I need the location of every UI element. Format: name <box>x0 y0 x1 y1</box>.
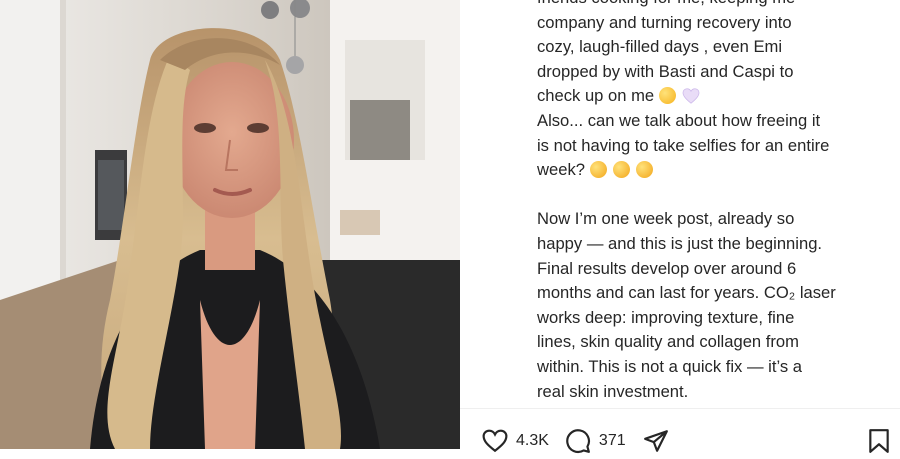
comment-bubble-icon <box>566 429 590 454</box>
save-button[interactable] <box>867 428 891 459</box>
caption-text: check up on me <box>537 86 655 106</box>
caption-text: week? <box>537 160 585 180</box>
bookmark-icon <box>869 429 889 453</box>
share-button[interactable] <box>642 428 678 454</box>
caption-line: check up on me <box>537 84 887 109</box>
caption-line: company and turning recovery into <box>537 12 792 32</box>
comment-button[interactable]: 371 <box>565 428 626 454</box>
laughing-face-emoji-icon <box>635 161 653 179</box>
caption-line: cozy, laugh-filled days , even Emi <box>537 37 783 57</box>
caption-line: week? <box>537 158 887 183</box>
caption-line: Final results develop over around 6 <box>537 258 797 278</box>
post-media-video[interactable] <box>0 0 460 449</box>
caption-line: months and can last for years. CO₂ laser <box>537 283 836 303</box>
post-side-panel: friends cooking for me, keeping me compa… <box>460 0 900 454</box>
caption-line: is not having to take selfies for an ent… <box>537 135 830 155</box>
portrait-photo <box>0 0 460 449</box>
like-count: 4.3K <box>516 432 549 449</box>
caption-line: within. This is not a quick fix — it’s a <box>537 356 802 376</box>
caption-line: works deep: improving texture, fine <box>537 307 795 327</box>
paper-plane-icon <box>643 430 668 452</box>
like-button[interactable]: 4.3K <box>482 429 549 453</box>
caption-line: real skin investment. <box>537 381 689 401</box>
heart-icon <box>482 429 508 453</box>
comment-count: 371 <box>598 432 626 449</box>
caption-line: Now I’m one week post, already so <box>537 209 795 229</box>
caption-line: lines, skin quality and collagen from <box>537 332 799 352</box>
caption-line: dropped by with Basti and Caspi to <box>537 61 794 81</box>
post-caption: friends cooking for me, keeping me compa… <box>537 0 887 404</box>
purple-heart-emoji-icon <box>682 88 700 105</box>
caption-line: Also... can we talk about how freeing it <box>537 110 821 130</box>
caption-line: friends cooking for me, keeping me <box>537 0 887 11</box>
caption-line: happy — and this is just the beginning. <box>537 233 823 253</box>
laughing-face-emoji-icon <box>589 161 607 179</box>
laughing-face-emoji-icon <box>612 161 630 179</box>
divider <box>460 408 900 409</box>
post-actions-bar: 4.3K 371 <box>482 426 694 456</box>
crying-face-emoji-icon <box>658 87 676 105</box>
